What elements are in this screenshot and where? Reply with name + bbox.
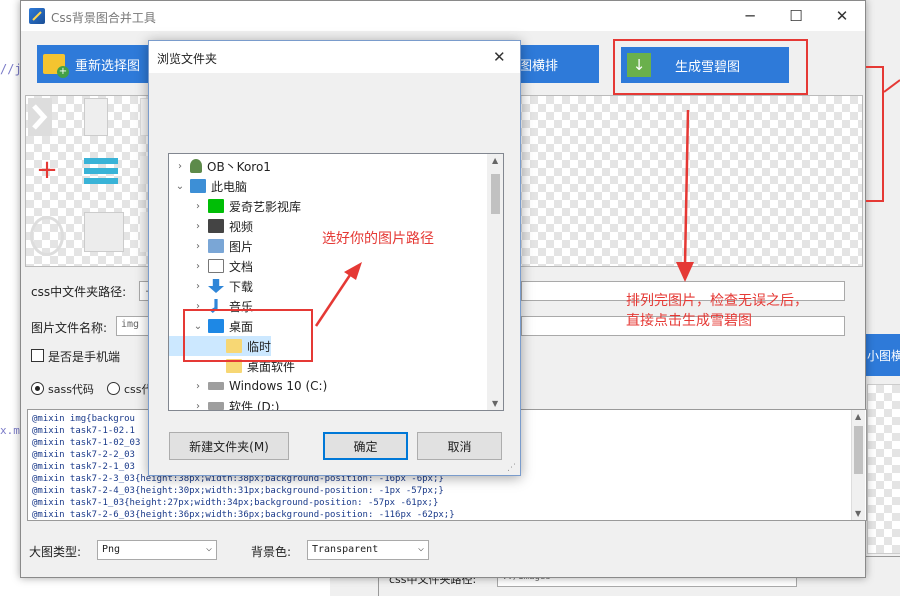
annotation-instruction-2: 直接点击生成雪碧图 [626,313,752,329]
annotation-instruction-1: 排列完图片，检查无误之后， [626,293,808,309]
annotation-select-path: 选好你的图片路径 [322,231,434,247]
